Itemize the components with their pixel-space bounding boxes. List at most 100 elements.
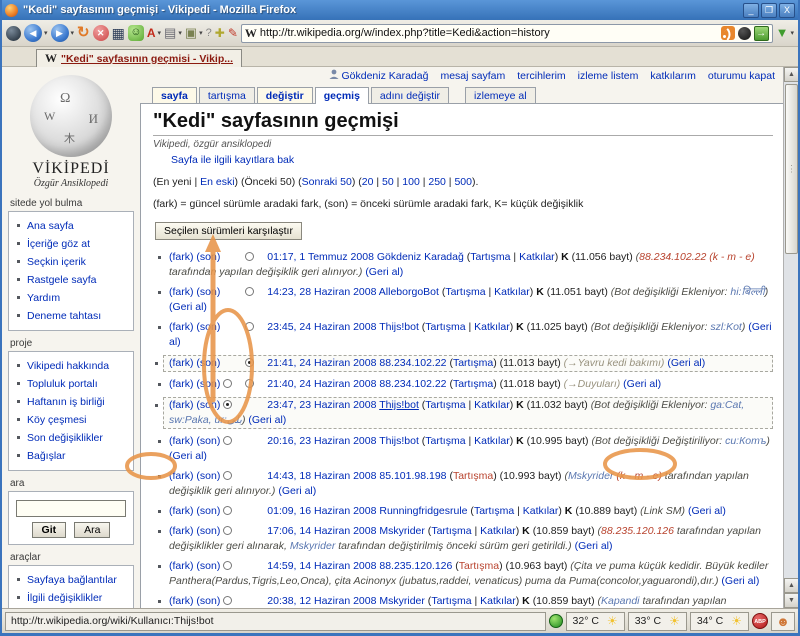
revision-date-link[interactable]: 21:40, 24 Haziran 2008 [267, 378, 376, 390]
summary-section-link[interactable]: (→Duyuları) [564, 378, 621, 390]
user-talk-link[interactable]: Tartışma [453, 357, 493, 369]
last-link[interactable]: (son) [196, 399, 220, 411]
help-icon[interactable]: ? [206, 24, 212, 42]
last-link[interactable]: (son) [196, 595, 220, 607]
user-page-link[interactable]: Gökdeniz Karadağ [329, 69, 428, 82]
revision-radio[interactable] [223, 400, 232, 409]
fonts-icon[interactable]: A [147, 24, 156, 42]
watchlist-link[interactable]: izleme listem [578, 70, 639, 82]
user-contribs-link[interactable]: Katkılar [480, 525, 516, 537]
stop-button[interactable]: ✕ [93, 25, 109, 41]
revision-radio[interactable] [245, 358, 254, 367]
pager-link[interactable]: En eski [200, 176, 234, 188]
scroll-up-button-bottom[interactable]: ▲ [784, 578, 798, 593]
user-talk-link[interactable]: Tartışma [453, 378, 493, 390]
revert-link[interactable]: (Geri al) [623, 378, 661, 390]
print-dropdown-icon[interactable]: ▾ [178, 29, 182, 37]
sidebar-link[interactable]: İlgili değişiklikler [27, 592, 102, 604]
contributions-link[interactable]: katkılarım [650, 70, 696, 82]
last-link[interactable]: (son) [196, 505, 220, 517]
summary-link[interactable]: hi:बिल्ली [730, 286, 764, 298]
new-page-icon[interactable]: ✚ [215, 24, 225, 42]
user-talk-link[interactable]: Tartışma [425, 321, 465, 333]
user-link[interactable]: Runningfridgesrule [379, 505, 467, 517]
forward-button[interactable]: ▶ [51, 24, 69, 42]
user-link[interactable]: 85.101.98.198 [379, 470, 446, 482]
user-talk-link[interactable]: Tartışma [470, 251, 510, 263]
user-talk-link[interactable]: Tartışma [453, 470, 493, 482]
diff-link[interactable]: (fark) [169, 321, 194, 333]
revert-link[interactable]: (Geri al) [688, 505, 726, 517]
user-link[interactable]: AlleborgoBot [379, 286, 439, 298]
close-button[interactable]: X [779, 3, 795, 18]
weather-widget-2[interactable]: 33° C☀ [628, 612, 687, 631]
revision-radio[interactable] [245, 287, 254, 296]
grid-icon[interactable]: ▦ [112, 24, 125, 42]
user-talk-link[interactable]: Tartışma [431, 525, 471, 537]
revert-link[interactable]: (Geri al) [169, 450, 207, 462]
revert-link[interactable]: (Geri al) [721, 575, 759, 587]
revision-radio[interactable] [245, 322, 254, 331]
user-contribs-link[interactable]: Katkılar [480, 595, 516, 607]
user-link[interactable]: 88.234.102.22 [379, 378, 446, 390]
user-contribs-link[interactable]: Katkılar [474, 435, 510, 447]
download-dropdown-icon[interactable]: ▾ [790, 29, 794, 37]
revision-radio[interactable] [223, 561, 232, 570]
summary-link[interactable]: cu:Котъ [725, 435, 766, 447]
user-talk-link[interactable]: Tartışma [459, 560, 499, 572]
revision-radio[interactable] [223, 436, 232, 445]
revert-link[interactable]: (Geri al) [365, 266, 403, 278]
tab-geçmiş[interactable]: geçmiş [315, 87, 369, 103]
minimize-button[interactable]: _ [743, 3, 759, 18]
weather-widget-3[interactable]: 34° C☀ [690, 612, 749, 631]
user-contribs-link[interactable]: Katkılar [494, 286, 530, 298]
user-link[interactable]: Thijs!bot [379, 399, 419, 411]
revision-date-link[interactable]: 23:45, 24 Haziran 2008 [267, 321, 376, 333]
diff-link[interactable]: (fark) [169, 286, 194, 298]
back-dropdown-icon[interactable]: ▾ [44, 29, 48, 37]
tab-adını-değiştir[interactable]: adını değiştir [371, 87, 449, 103]
user-link[interactable]: 88.235.120.126 [379, 560, 452, 572]
browser-tab[interactable]: W "Kedi" sayfasının geçmisi - Vikip... [36, 49, 242, 67]
last-link[interactable]: (son) [196, 470, 220, 482]
user-link[interactable]: Mskyrider [379, 525, 425, 537]
scroll-down-button[interactable]: ▼ [784, 593, 798, 608]
search-ara-button[interactable]: Ara [74, 522, 110, 538]
user-contribs-link[interactable]: Katkılar [474, 321, 510, 333]
sidebar-link[interactable]: Ana sayfa [27, 220, 74, 232]
revision-radio[interactable] [245, 379, 254, 388]
user-talk-link[interactable]: Tartışma [445, 286, 485, 298]
rss-icon[interactable] [721, 26, 735, 40]
user-link[interactable]: Gökdeniz Karadağ [377, 251, 464, 263]
last-link[interactable]: (son) [196, 560, 220, 572]
reload-button[interactable]: ↻ [77, 24, 90, 42]
user-link[interactable]: Thijs!bot [379, 435, 419, 447]
download-helper-icon[interactable]: ▼ [776, 24, 789, 42]
user-talk-link[interactable]: Tartışma [425, 435, 465, 447]
screenshot-dropdown-icon[interactable]: ▾ [199, 29, 203, 37]
sidebar-link[interactable]: İçeriğe göz at [27, 238, 90, 250]
sidebar-link[interactable]: Yardım [27, 292, 60, 304]
preferences-link[interactable]: tercihlerim [517, 70, 565, 82]
revision-date-link[interactable]: 20:38, 12 Haziran 2008 [267, 595, 376, 607]
logout-link[interactable]: oturumu kapat [708, 70, 775, 82]
scrollbar-thumb[interactable] [785, 84, 798, 254]
url-text[interactable]: http://tr.wikipedia.org/w/index.php?titl… [260, 27, 718, 39]
revision-radio[interactable] [223, 379, 232, 388]
sidebar-link[interactable]: Köy çeşmesi [27, 414, 87, 426]
summary-link[interactable]: Mskyrider [568, 470, 614, 482]
revert-link[interactable]: (Geri al) [248, 414, 286, 426]
extension-icon[interactable]: ☻ [771, 612, 795, 631]
pager-link[interactable]: 100 [402, 176, 420, 188]
sidebar-link[interactable]: Haftanın iş birliği [27, 396, 105, 408]
user-link[interactable]: Thijs!bot [379, 321, 419, 333]
print-button[interactable]: ▤ [164, 24, 176, 42]
revision-date-link[interactable]: 17:06, 14 Haziran 2008 [267, 525, 376, 537]
last-link[interactable]: (son) [196, 525, 220, 537]
fonts-dropdown-icon[interactable]: ▾ [158, 29, 162, 37]
diff-link[interactable]: (fark) [169, 505, 194, 517]
tab-sayfa[interactable]: sayfa [152, 87, 197, 103]
page-logs-link[interactable]: Sayfa ile ilgili kayıtlara bak [171, 154, 294, 166]
revision-radio[interactable] [223, 526, 232, 535]
compare-revisions-button[interactable]: Seçilen sürümleri karşılaştır [155, 222, 302, 240]
